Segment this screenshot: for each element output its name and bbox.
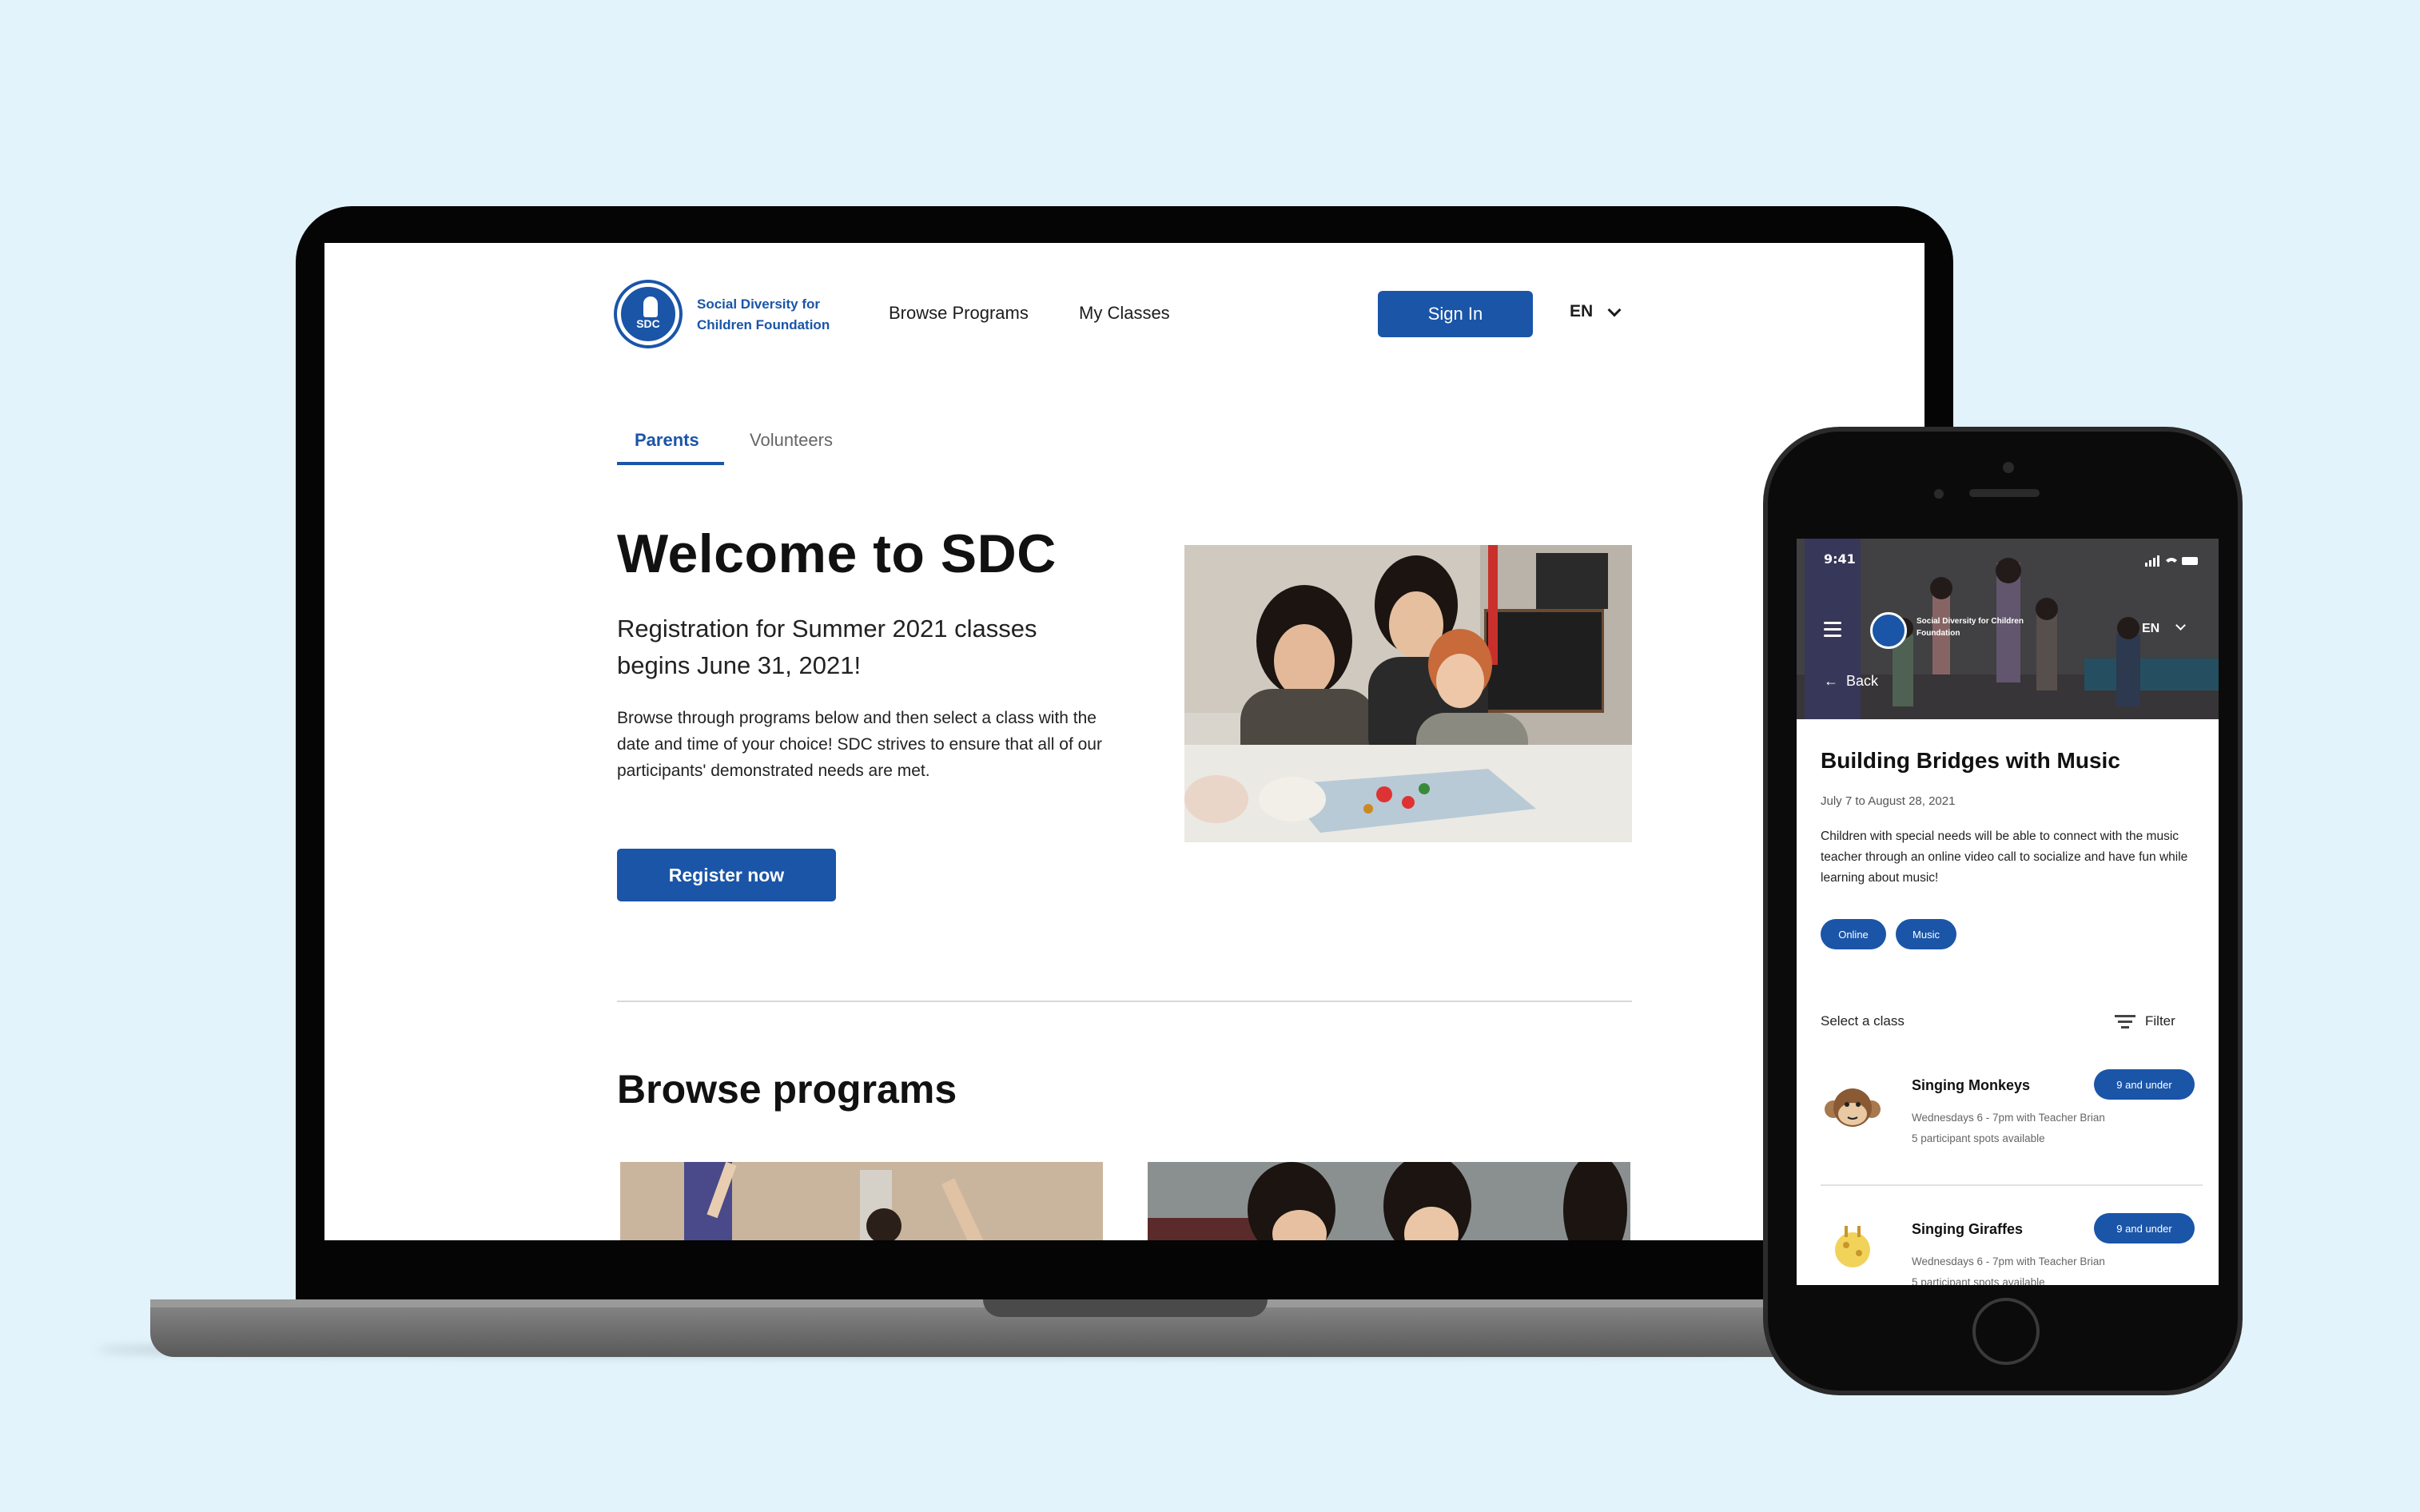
language-select[interactable]: EN bbox=[1570, 302, 1593, 321]
age-badge: 9 and under bbox=[2094, 1069, 2195, 1100]
tab-parents[interactable]: Parents bbox=[635, 430, 699, 451]
filter-button[interactable]: Filter bbox=[2145, 1013, 2175, 1029]
tag-music[interactable]: Music bbox=[1896, 919, 1956, 949]
active-tab-indicator bbox=[617, 462, 724, 465]
class-name[interactable]: Singing Giraffes bbox=[1912, 1221, 2023, 1238]
list-divider bbox=[1821, 1184, 2203, 1186]
chevron-down-icon[interactable] bbox=[1607, 303, 1622, 317]
monkey-icon bbox=[1821, 1074, 1885, 1138]
org-name: Social Diversity for Children Foundation bbox=[697, 296, 830, 332]
program-description: Children with special needs will be able… bbox=[1821, 830, 2188, 885]
laptop-notch bbox=[983, 1299, 1268, 1317]
back-link[interactable]: ← Back bbox=[1824, 673, 1878, 690]
class-details: Wednesdays 6 - 7pm with Teacher Brian 5 … bbox=[1912, 1112, 2105, 1144]
program-hero-photo: 9:41 Social Diversity for Children Found… bbox=[1797, 539, 2219, 719]
sdc-logo-icon[interactable] bbox=[1870, 612, 1907, 649]
age-badge: 9 and under bbox=[2094, 1213, 2195, 1243]
section-divider bbox=[617, 1001, 1632, 1002]
home-button[interactable] bbox=[1972, 1298, 2040, 1365]
class-details: Wednesdays 6 - 7pm with Teacher Brian 5 … bbox=[1912, 1255, 2105, 1285]
phone-camera bbox=[2003, 462, 2014, 473]
tag-online[interactable]: Online bbox=[1821, 919, 1886, 949]
browse-programs-heading: Browse programs bbox=[617, 1067, 957, 1112]
language-select[interactable]: EN bbox=[2142, 622, 2159, 636]
hero-photo bbox=[1184, 545, 1632, 842]
giraffe-icon bbox=[1821, 1218, 1885, 1282]
tab-volunteers[interactable]: Volunteers bbox=[750, 430, 833, 451]
phone-sensor bbox=[1934, 489, 1944, 499]
nav-browse-programs[interactable]: Browse Programs bbox=[889, 303, 1029, 324]
intro-text: Browse through programs below and then s… bbox=[617, 709, 1102, 780]
program-card-image[interactable] bbox=[1148, 1162, 1630, 1240]
program-card-image[interactable] bbox=[620, 1162, 1103, 1240]
phone-screen: 9:41 Social Diversity for Children Found… bbox=[1797, 539, 2219, 1285]
sign-in-button[interactable]: Sign In bbox=[1378, 291, 1533, 337]
status-time: 9:41 bbox=[1824, 551, 1856, 567]
org-name: Social Diversity for Children Foundation bbox=[1916, 617, 2024, 638]
program-title: Building Bridges with Music bbox=[1821, 748, 2120, 773]
nav-my-classes[interactable]: My Classes bbox=[1079, 303, 1170, 324]
class-name[interactable]: Singing Monkeys bbox=[1912, 1077, 2030, 1094]
menu-icon[interactable] bbox=[1824, 622, 1841, 641]
sdc-logo-icon[interactable]: SDC bbox=[617, 283, 679, 345]
laptop-screen: SDC Social Diversity for Children Founda… bbox=[324, 243, 1924, 1240]
select-class-label: Select a class bbox=[1821, 1013, 1905, 1029]
page-title: Welcome to SDC bbox=[617, 523, 1057, 584]
filter-icon[interactable] bbox=[2115, 1015, 2135, 1032]
registration-notice: Registration for Summer 2021 classes beg… bbox=[617, 615, 1037, 679]
phone-frame: 9:41 Social Diversity for Children Found… bbox=[1763, 427, 2243, 1395]
register-now-button[interactable]: Register now bbox=[617, 849, 836, 901]
phone-speaker bbox=[1969, 489, 2040, 497]
program-dates: July 7 to August 28, 2021 bbox=[1821, 794, 1956, 808]
arrow-left-icon: ← bbox=[1824, 673, 1847, 689]
signal-battery-icon bbox=[2145, 555, 2201, 570]
